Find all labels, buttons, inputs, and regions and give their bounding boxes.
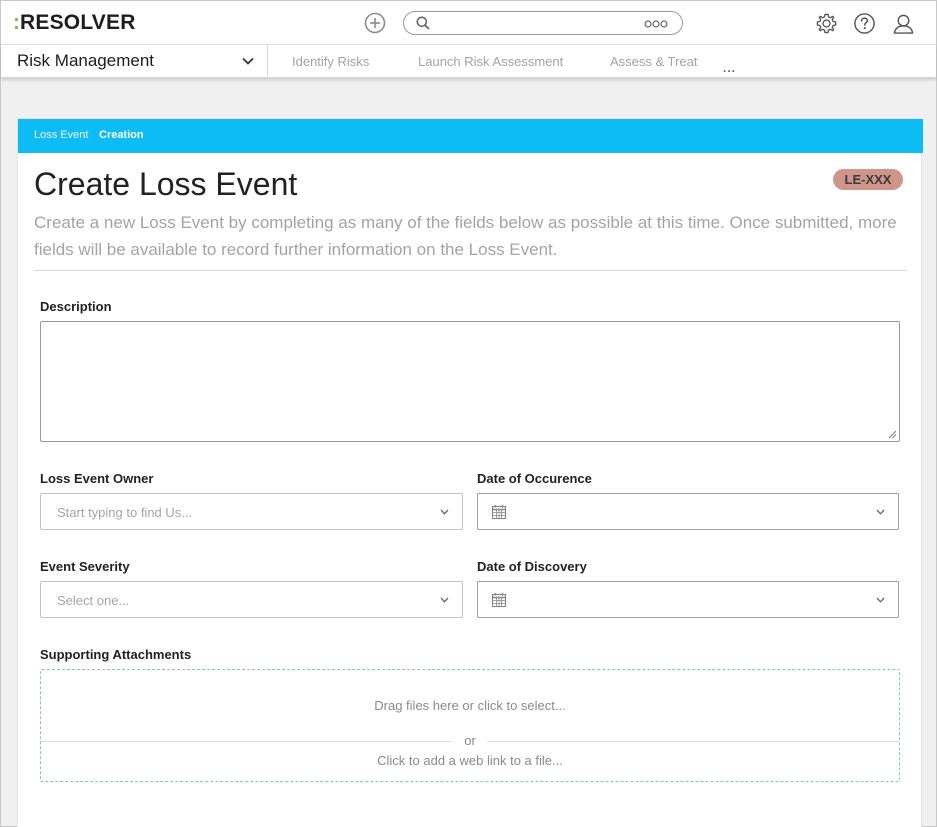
- logo-text: RESOLVER: [20, 11, 136, 34]
- chevron-down-icon: [440, 509, 449, 515]
- page-title: Create Loss Event: [34, 166, 298, 202]
- chevron-down-icon: [440, 597, 449, 603]
- description-label: Description: [40, 299, 112, 314]
- more-options-icon[interactable]: [644, 20, 668, 28]
- drop-files-link[interactable]: Drag files here or click to select...: [41, 698, 899, 713]
- top-bar: RESOLVER: [1, 1, 936, 45]
- calendar-icon: [491, 505, 507, 520]
- header-divider: [34, 270, 907, 271]
- chevron-down-icon: [876, 509, 885, 515]
- nav-more-button[interactable]: ...: [723, 61, 736, 75]
- discovery-date-picker[interactable]: [477, 581, 899, 618]
- breadcrumb-item-creation: Creation: [99, 129, 144, 141]
- description-textarea[interactable]: [40, 321, 900, 442]
- create-form-card: Loss Event Creation Create Loss Event LE…: [17, 118, 923, 827]
- resize-grip-icon[interactable]: [888, 430, 897, 439]
- owner-placeholder: Start typing to find Us...: [57, 505, 193, 520]
- calendar-icon: [491, 593, 507, 608]
- attachments-label: Supporting Attachments: [40, 647, 192, 662]
- occurrence-date-picker[interactable]: [477, 493, 899, 530]
- logo-colon-icon: [15, 13, 18, 33]
- or-separator: or: [453, 733, 487, 748]
- severity-placeholder: Select one...: [57, 593, 130, 608]
- nav-link-assess-treat[interactable]: Assess & Treat: [610, 54, 697, 69]
- app-name: Risk Management: [17, 51, 155, 70]
- app-switcher[interactable]: Risk Management: [1, 45, 268, 77]
- gear-icon[interactable]: [815, 12, 838, 35]
- add-web-link[interactable]: Click to add a web link to a file...: [41, 753, 899, 768]
- user-icon[interactable]: [892, 12, 915, 35]
- help-icon[interactable]: [853, 12, 876, 35]
- search-input[interactable]: [436, 14, 636, 32]
- global-search[interactable]: [403, 11, 683, 35]
- app-nav-bar: Risk Management Identify Risks Launch Ri…: [1, 45, 936, 78]
- add-circle-icon[interactable]: [364, 12, 386, 34]
- owner-select[interactable]: Start typing to find Us...: [40, 493, 463, 530]
- owner-label: Loss Event Owner: [40, 471, 154, 486]
- nav-link-launch-risk-assessment[interactable]: Launch Risk Assessment: [418, 54, 563, 69]
- occurrence-date-label: Date of Occurence: [477, 471, 592, 486]
- discovery-date-label: Date of Discovery: [477, 559, 587, 574]
- breadcrumb: Loss Event Creation: [18, 119, 923, 153]
- resolver-logo[interactable]: RESOLVER: [15, 11, 136, 35]
- record-id-badge: LE-XXX: [833, 169, 903, 190]
- form-intro-text: Create a new Loss Event by completing as…: [34, 213, 897, 259]
- chevron-down-icon: [876, 597, 885, 603]
- breadcrumb-item-loss-event[interactable]: Loss Event: [34, 129, 88, 141]
- attachments-dropzone[interactable]: Drag files here or click to select... or…: [40, 669, 900, 782]
- severity-select[interactable]: Select one...: [40, 581, 463, 618]
- chevron-down-icon: [242, 57, 254, 65]
- nav-link-identify-risks[interactable]: Identify Risks: [292, 54, 369, 69]
- search-icon: [416, 16, 430, 30]
- severity-label: Event Severity: [40, 559, 130, 574]
